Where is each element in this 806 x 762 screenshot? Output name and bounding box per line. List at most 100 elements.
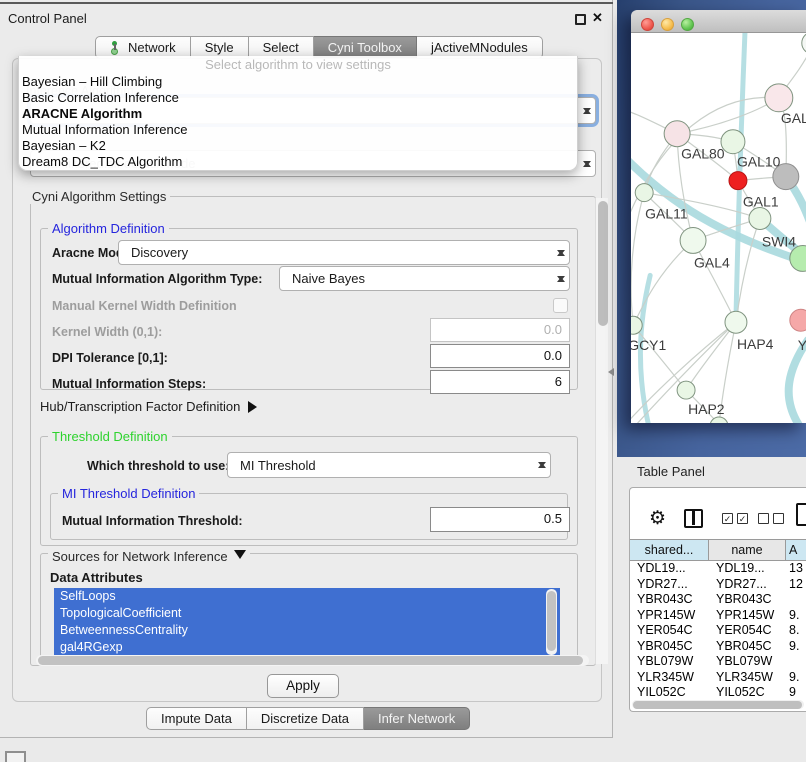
- table-cell: YBL079W: [709, 654, 786, 670]
- column-layout-icon[interactable]: [684, 509, 703, 528]
- mi-threshold-field[interactable]: 0.5: [430, 507, 570, 532]
- dropdown-item[interactable]: Basic Correlation Inference: [19, 90, 577, 106]
- aracne-mode-combo[interactable]: Discovery: [118, 240, 570, 265]
- table-cell: [786, 654, 806, 670]
- which-threshold-combo[interactable]: MI Threshold: [227, 452, 551, 478]
- table-row[interactable]: YDL19...YDL19...13: [630, 561, 806, 577]
- hub-definition-expander[interactable]: Hub/Transcription Factor Definition: [40, 399, 263, 414]
- select-all-check-icon[interactable]: ✓: [737, 513, 748, 524]
- node-label: GAL4: [694, 254, 730, 270]
- float-window-icon[interactable]: [575, 14, 586, 25]
- settings-vertical-scrollbar[interactable]: [595, 198, 608, 664]
- apply-button[interactable]: Apply: [267, 674, 339, 698]
- network-node-gal10[interactable]: [721, 130, 745, 154]
- network-canvas[interactable]: GALGAL80GAL10GAL1GAL11GAL4SWI4GCY1HAP4YH…: [631, 33, 806, 423]
- table-cell: [786, 592, 806, 608]
- kernel-width-label: Kernel Width (0,1):: [52, 325, 162, 339]
- tab-discretize-data[interactable]: Discretize Data: [247, 707, 364, 730]
- settings-horizontal-scrollbar[interactable]: [36, 655, 589, 666]
- mi-type-combo[interactable]: Naive Bayes: [279, 266, 570, 291]
- deselect-all-box-icon[interactable]: [758, 513, 769, 524]
- sources-title: Sources for Network Inference: [52, 549, 228, 564]
- column-header[interactable]: A: [786, 540, 806, 560]
- column-header[interactable]: shared...: [630, 540, 709, 560]
- dpi-tolerance-field[interactable]: 0.0: [430, 344, 570, 368]
- kernel-width-field[interactable]: 0.0: [430, 318, 570, 342]
- new-table-icon[interactable]: [796, 503, 806, 526]
- table-row[interactable]: YDR27...YDR27...12: [630, 577, 806, 593]
- expanded-arrow-icon: [234, 550, 246, 565]
- table-cell: YIL052C: [630, 685, 709, 699]
- table-row[interactable]: YER054CYER054C8.: [630, 623, 806, 639]
- network-node-hap4[interactable]: [725, 311, 747, 333]
- network-node-gal1[interactable]: [749, 208, 771, 230]
- collapsed-arrow-icon: [248, 401, 263, 413]
- table-row[interactable]: YBR045CYBR045C9.: [630, 639, 806, 655]
- node-label: HAP4: [737, 336, 774, 352]
- network-node-hap2[interactable]: [677, 381, 695, 399]
- attribute-list-item[interactable]: SelfLoops: [54, 588, 560, 605]
- tab-impute-data[interactable]: Impute Data: [146, 707, 247, 730]
- network-edge[interactable]: [693, 240, 736, 322]
- table-panel: ⚙ ✓ ✓ shared...nameA YDL19...YDL19...13Y…: [629, 487, 806, 712]
- sources-expander[interactable]: Sources for Network Inference: [48, 546, 250, 564]
- zoom-traffic-light-icon[interactable]: [681, 18, 694, 31]
- tab-label: jActiveMNodules: [431, 40, 528, 55]
- attributes-list-scrollbar[interactable]: [546, 589, 557, 655]
- network-edge[interactable]: [686, 322, 736, 390]
- network-node-y[interactable]: [790, 309, 806, 331]
- settings-gear-icon[interactable]: ⚙: [649, 509, 666, 528]
- network-icon: [110, 41, 123, 54]
- dropdown-placeholder: Select algorithm to view settings: [19, 56, 577, 74]
- select-all-check-icon[interactable]: ✓: [722, 513, 733, 524]
- network-node-gal4[interactable]: [680, 228, 706, 254]
- column-header[interactable]: name: [709, 540, 786, 560]
- table-row[interactable]: YBR043CYBR043C: [630, 592, 806, 608]
- network-node[interactable]: [802, 33, 806, 54]
- network-window-titlebar[interactable]: [631, 10, 806, 33]
- window-top-border: [0, 2, 613, 4]
- table-row[interactable]: YPR145WYPR145W9.: [630, 608, 806, 624]
- desktop-background: GALGAL80GAL10GAL1GAL11GAL4SWI4GCY1HAP4YH…: [617, 0, 806, 457]
- dropdown-item[interactable]: Mutual Information Inference: [19, 122, 577, 138]
- dropdown-item[interactable]: Bayesian – Hill Climbing: [19, 74, 577, 90]
- network-node-gal11[interactable]: [635, 184, 653, 202]
- network-node-gal80[interactable]: [664, 121, 690, 147]
- table-cell: YPR145W: [709, 608, 786, 624]
- table-horizontal-scrollbar[interactable]: [632, 700, 804, 709]
- table-cell: 9.: [786, 639, 806, 655]
- table-row[interactable]: YLR345WYLR345W9.: [630, 670, 806, 686]
- table-cell: YBR045C: [630, 639, 709, 655]
- bottom-tabs: Impute DataDiscretize DataInfer Network: [146, 707, 470, 730]
- table-body: YDL19...YDL19...13YDR27...YDR27...12YBR0…: [630, 561, 806, 699]
- dropdown-item[interactable]: Bayesian – K2: [19, 138, 577, 154]
- network-node-gal[interactable]: [765, 84, 793, 112]
- network-node[interactable]: [729, 172, 747, 190]
- minimize-traffic-light-icon[interactable]: [661, 18, 674, 31]
- mi-steps-field[interactable]: 6: [430, 370, 570, 394]
- combo-stepper-icon: [556, 272, 565, 286]
- table-row[interactable]: YBL079WYBL079W: [630, 654, 806, 670]
- node-label: GAL11: [645, 206, 688, 222]
- close-traffic-light-icon[interactable]: [641, 18, 654, 31]
- attribute-list-item[interactable]: gal4RGexp: [54, 639, 560, 656]
- table-row[interactable]: YIL052CYIL052C9: [630, 685, 806, 699]
- deselect-all-box-icon[interactable]: [773, 513, 784, 524]
- dropdown-item[interactable]: ARACNE Algorithm: [19, 106, 577, 122]
- manual-kernel-checkbox[interactable]: [553, 298, 568, 313]
- node-label: GAL80: [681, 146, 725, 162]
- mi-threshold-definition-title: MI Threshold Definition: [58, 486, 199, 501]
- table-cell: YIL052C: [709, 685, 786, 699]
- minimized-panel-grip[interactable]: [5, 751, 26, 762]
- tab-infer-network[interactable]: Infer Network: [364, 707, 470, 730]
- table-cell: 13: [786, 561, 806, 577]
- network-edge[interactable]: [677, 98, 778, 134]
- attribute-list-item[interactable]: BetweennessCentrality: [54, 622, 560, 639]
- combo-stepper-icon: [582, 104, 591, 118]
- table-cell: YBR043C: [709, 592, 786, 608]
- close-icon[interactable]: ✕: [592, 10, 603, 26]
- attribute-list-item[interactable]: TopologicalCoefficient: [54, 605, 560, 622]
- panel-splitter-handle[interactable]: [604, 368, 614, 376]
- mi-steps-label: Mutual Information Steps:: [52, 377, 206, 391]
- dropdown-item[interactable]: Dream8 DC_TDC Algorithm: [19, 154, 577, 170]
